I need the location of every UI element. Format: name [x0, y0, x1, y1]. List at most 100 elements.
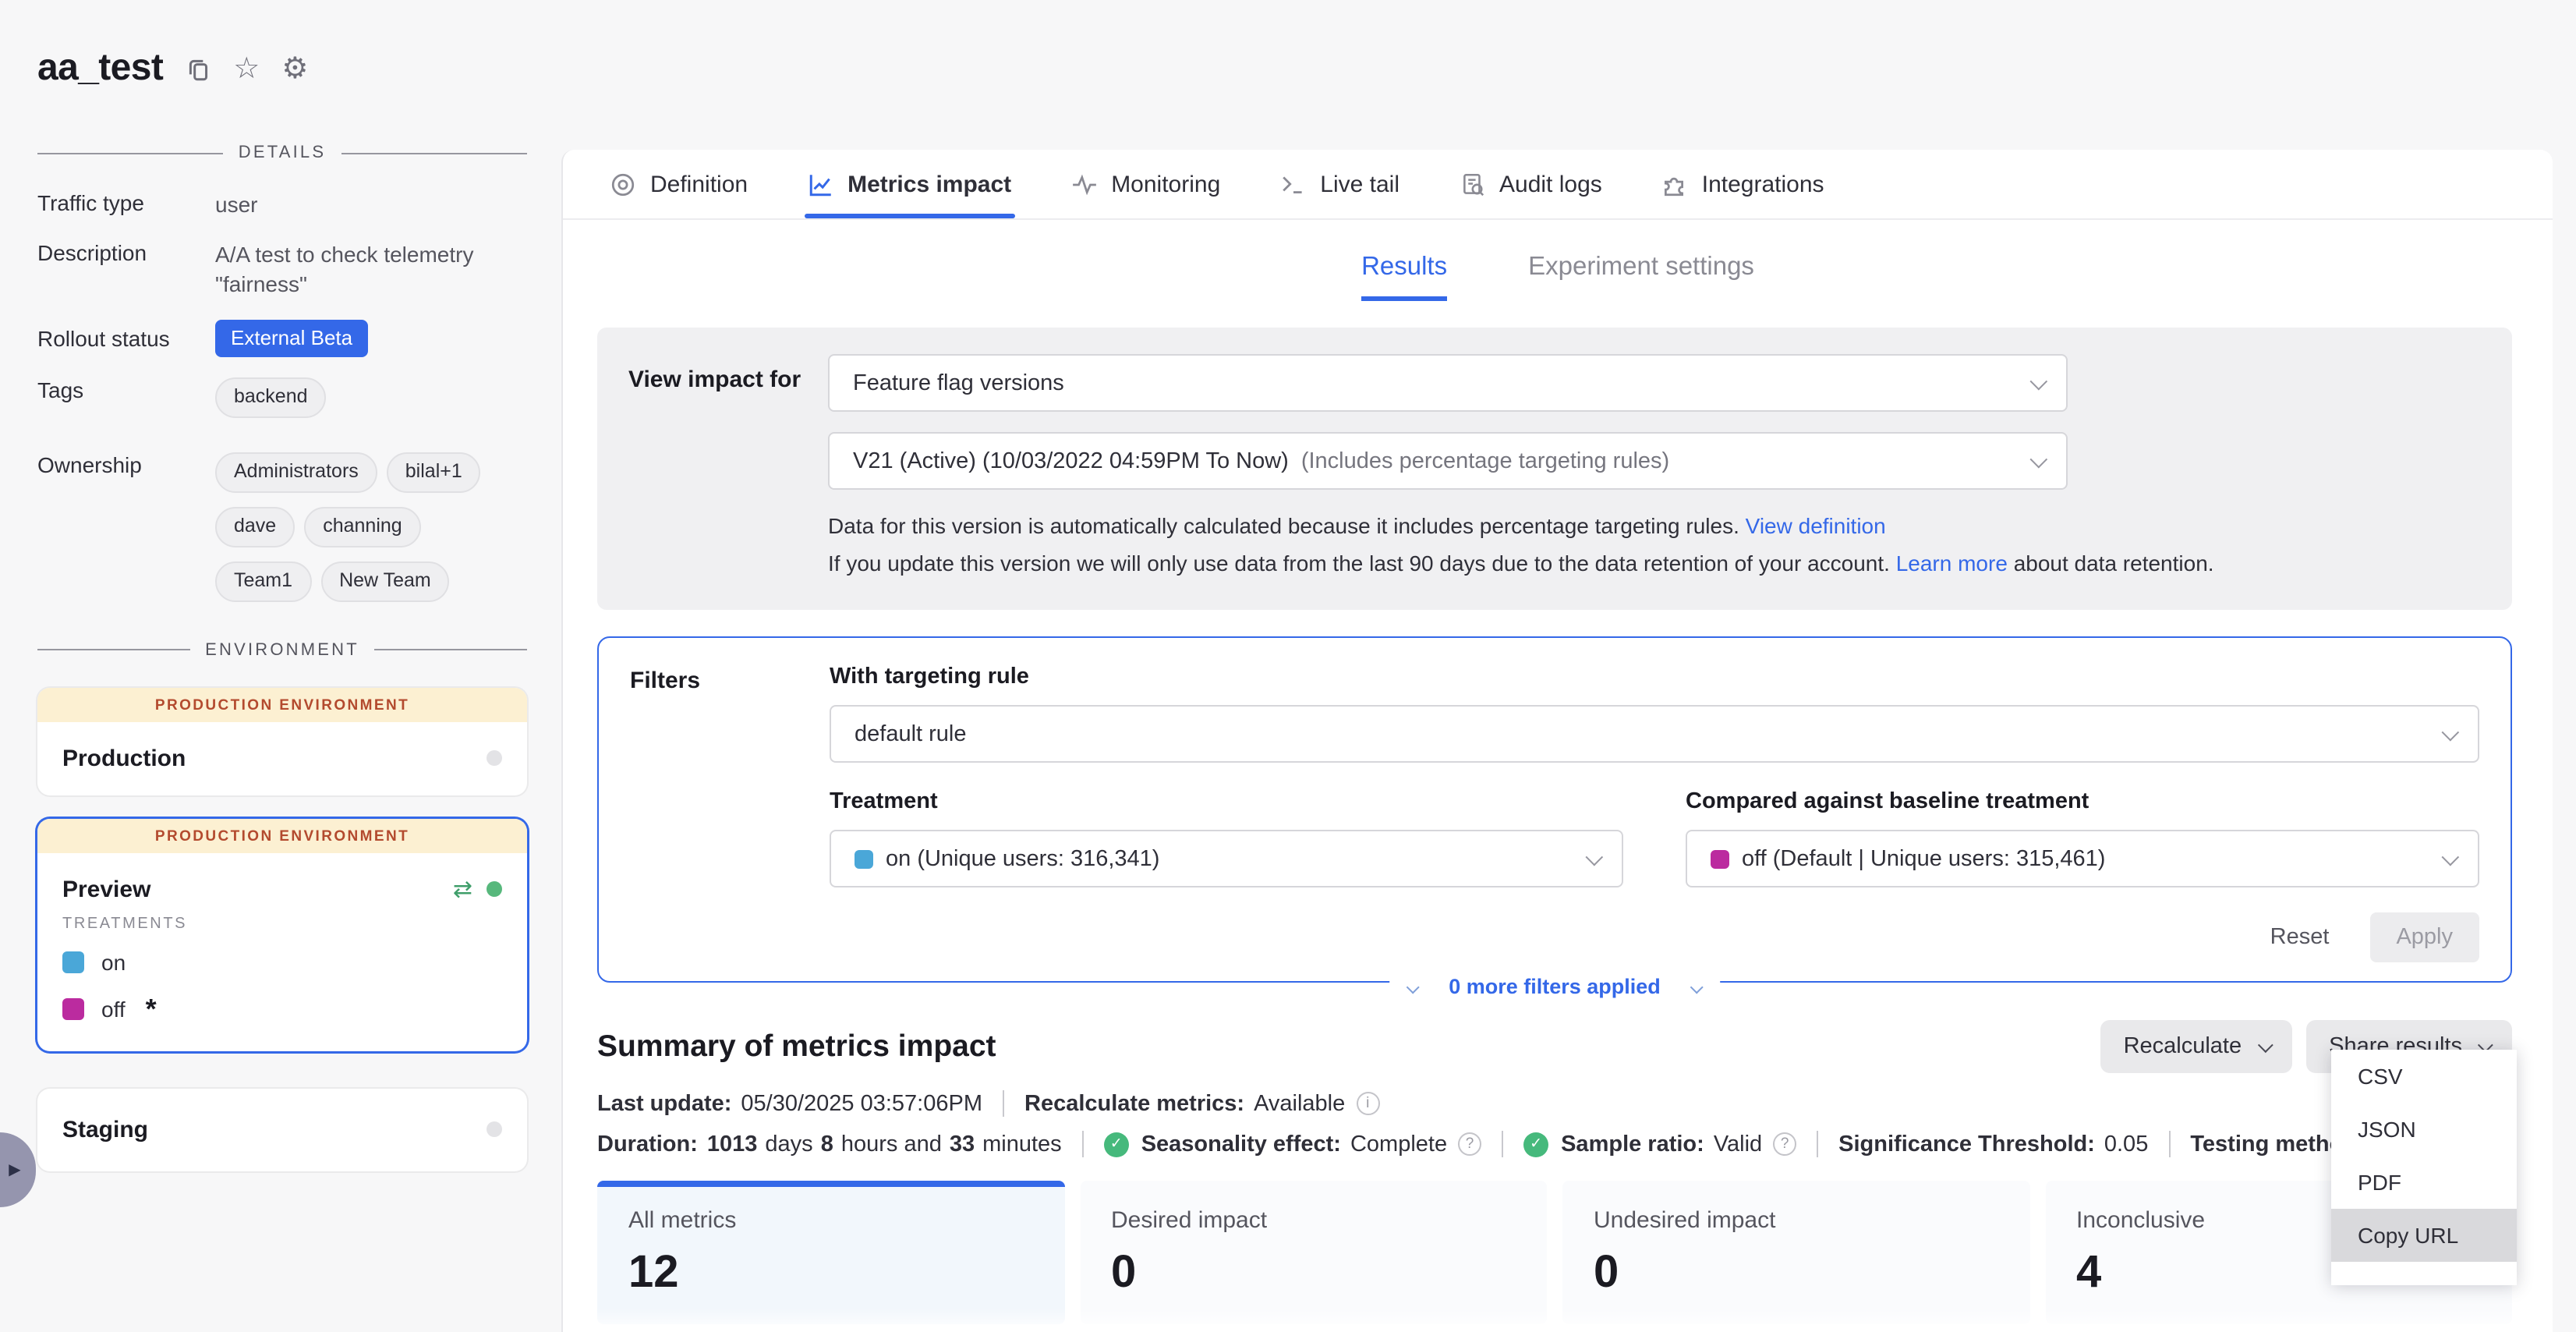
environment-section-label: ENVIRONMENT: [205, 640, 359, 659]
description-row: Description A/A test to check telemetry …: [37, 240, 527, 299]
tags-row: Tags backend: [37, 377, 527, 432]
env-card-preview[interactable]: PRODUCTION ENVIRONMENT Preview ⇄ TREATME…: [37, 818, 527, 1050]
card-label: Desired impact: [1111, 1208, 1516, 1235]
production-env-banner: PRODUCTION ENVIRONMENT: [37, 687, 527, 721]
treatment-label: Treatment: [830, 790, 1623, 815]
card-all-metrics[interactable]: All metrics 12: [597, 1181, 1064, 1325]
environment-section-header: ENVIRONMENT: [37, 640, 527, 659]
owner-pill: New Team: [320, 561, 450, 602]
last-update-value: 05/30/2025 03:57:06PM: [741, 1092, 982, 1117]
chevron-down-icon: [1690, 980, 1703, 994]
reset-button[interactable]: Reset: [2270, 926, 2330, 951]
metrics-impact-icon: [807, 171, 833, 197]
version-info-suffix: about data retention.: [2014, 550, 2214, 575]
tab-label: Monitoring: [1111, 171, 1220, 197]
help-icon[interactable]: ?: [1458, 1133, 1481, 1157]
card-value: 0: [1111, 1249, 1516, 1300]
flag-title: aa_test: [37, 47, 163, 90]
chevron-down-icon: [2257, 1037, 2273, 1053]
swap-icon: ⇄: [453, 877, 472, 901]
subtab-experiment-settings[interactable]: Experiment settings: [1528, 253, 1754, 301]
version-info-text1: Data for this version is automatically c…: [828, 513, 1739, 538]
duration-hours-unit: hours and: [841, 1132, 942, 1157]
tab-integrations[interactable]: Integrations: [1661, 150, 1824, 218]
traffic-type-value: user: [215, 190, 527, 220]
learn-more-link[interactable]: Learn more: [1896, 550, 2008, 575]
bottom-fade: [564, 1309, 2553, 1332]
duration-days: 1013: [707, 1132, 758, 1157]
chevron-right-icon: ▶: [9, 1161, 20, 1178]
default-treatment-asterisk: *: [146, 993, 157, 1026]
results-subtabs: Results Experiment settings: [563, 253, 2553, 301]
card-desired-impact[interactable]: Desired impact 0: [1080, 1181, 1547, 1325]
env-card-production[interactable]: PRODUCTION ENVIRONMENT Production: [37, 687, 527, 795]
check-icon: ✓: [1523, 1132, 1548, 1157]
summary-meta-line1: Last update: 05/30/2025 03:57:06PM Recal…: [597, 1091, 2512, 1118]
menu-item-copy-url[interactable]: Copy URL: [2331, 1209, 2517, 1262]
view-impact-panel: View impact for Feature flag versions V2…: [597, 328, 2512, 611]
treatment-on-swatch: [855, 850, 873, 869]
card-undesired-impact[interactable]: Undesired impact 0: [1562, 1181, 2029, 1325]
baseline-select[interactable]: off (Default | Unique users: 315,461): [1686, 831, 2479, 888]
definition-icon: [610, 171, 636, 197]
targeting-rule-select[interactable]: default rule: [830, 706, 2479, 763]
copy-icon[interactable]: [185, 55, 211, 82]
recalculate-button[interactable]: Recalculate: [2100, 1021, 2292, 1074]
details-section-header: DETAILS: [37, 143, 527, 162]
menu-item-json[interactable]: JSON: [2331, 1103, 2517, 1156]
tab-audit-logs[interactable]: Audit logs: [1459, 150, 1602, 218]
traffic-type-label: Traffic type: [37, 190, 215, 220]
live-tail-icon: [1279, 171, 1306, 197]
subtab-results[interactable]: Results: [1361, 253, 1447, 301]
menu-item-csv[interactable]: CSV: [2331, 1050, 2517, 1103]
baseline-label: Compared against baseline treatment: [1686, 790, 2479, 815]
tab-label: Audit logs: [1499, 171, 1602, 197]
treatment-select[interactable]: on (Unique users: 316,341): [830, 831, 1623, 888]
tab-live-tail[interactable]: Live tail: [1279, 150, 1399, 218]
view-definition-link[interactable]: View definition: [1746, 513, 1886, 538]
menu-item-pdf[interactable]: PDF: [2331, 1156, 2517, 1209]
recalculate-metrics-label: Recalculate metrics:: [1024, 1092, 1244, 1117]
duration-hours: 8: [821, 1132, 833, 1157]
tab-metrics-impact[interactable]: Metrics impact: [807, 150, 1011, 218]
help-icon[interactable]: ?: [1773, 1133, 1796, 1157]
filters-panel: Filters With targeting rule default rule…: [597, 637, 2512, 983]
version-info-line1: Data for this version is automatically c…: [828, 510, 2481, 544]
owner-pill: Administrators: [215, 452, 377, 493]
treatment-row-off: off *: [37, 993, 527, 1026]
gear-icon[interactable]: ⚙: [281, 54, 308, 83]
treatment-on-swatch: [62, 951, 84, 972]
seasonality-value: Complete: [1350, 1132, 1447, 1157]
apply-button[interactable]: Apply: [2369, 913, 2479, 963]
env-card-staging[interactable]: Staging: [37, 1088, 527, 1171]
duration-minutes-unit: minutes: [982, 1132, 1062, 1157]
tab-monitoring[interactable]: Monitoring: [1070, 150, 1220, 218]
status-dot-green: [487, 881, 502, 897]
summary-title: Summary of metrics impact: [597, 1029, 996, 1065]
audit-logs-icon: [1459, 171, 1485, 197]
star-icon[interactable]: ☆: [233, 54, 260, 83]
sample-ratio-value: Valid: [1714, 1132, 1762, 1157]
tags-label: Tags: [37, 377, 215, 432]
share-results-menu: CSV JSON PDF Copy URL: [2331, 1050, 2517, 1285]
tab-label: Live tail: [1320, 171, 1399, 197]
version-info-text2: If you update this version we will only …: [828, 550, 1890, 575]
tag-pill: backend: [215, 377, 327, 418]
impact-type-select[interactable]: Feature flag versions: [828, 354, 2068, 412]
version-select[interactable]: V21 (Active) (10/03/2022 04:59PM To Now)…: [828, 432, 2068, 490]
version-info-line2: If you update this version we will only …: [828, 547, 2481, 580]
treatment-select-value: on (Unique users: 316,341): [886, 847, 1159, 872]
tab-definition[interactable]: Definition: [610, 150, 748, 218]
card-label: All metrics: [628, 1208, 1033, 1235]
chevron-down-icon: [1407, 980, 1420, 994]
treatments-label: TREATMENTS: [37, 915, 527, 932]
tab-label: Metrics impact: [847, 171, 1011, 197]
sidebar: aa_test ☆ ⚙ DETAILS Traffic type user De…: [0, 0, 561, 1332]
info-icon[interactable]: i: [1356, 1093, 1379, 1116]
summary-meta-line2: Duration: 1013days 8hours and 33minutes …: [597, 1132, 2512, 1158]
rollout-status-row: Rollout status External Beta: [37, 319, 527, 357]
owner-pill: bilal+1: [387, 452, 481, 493]
significance-label: Significance Threshold:: [1838, 1132, 2095, 1157]
status-dot-gray: [487, 1121, 502, 1137]
more-filters-toggle[interactable]: 0 more filters applied: [1389, 976, 1720, 999]
